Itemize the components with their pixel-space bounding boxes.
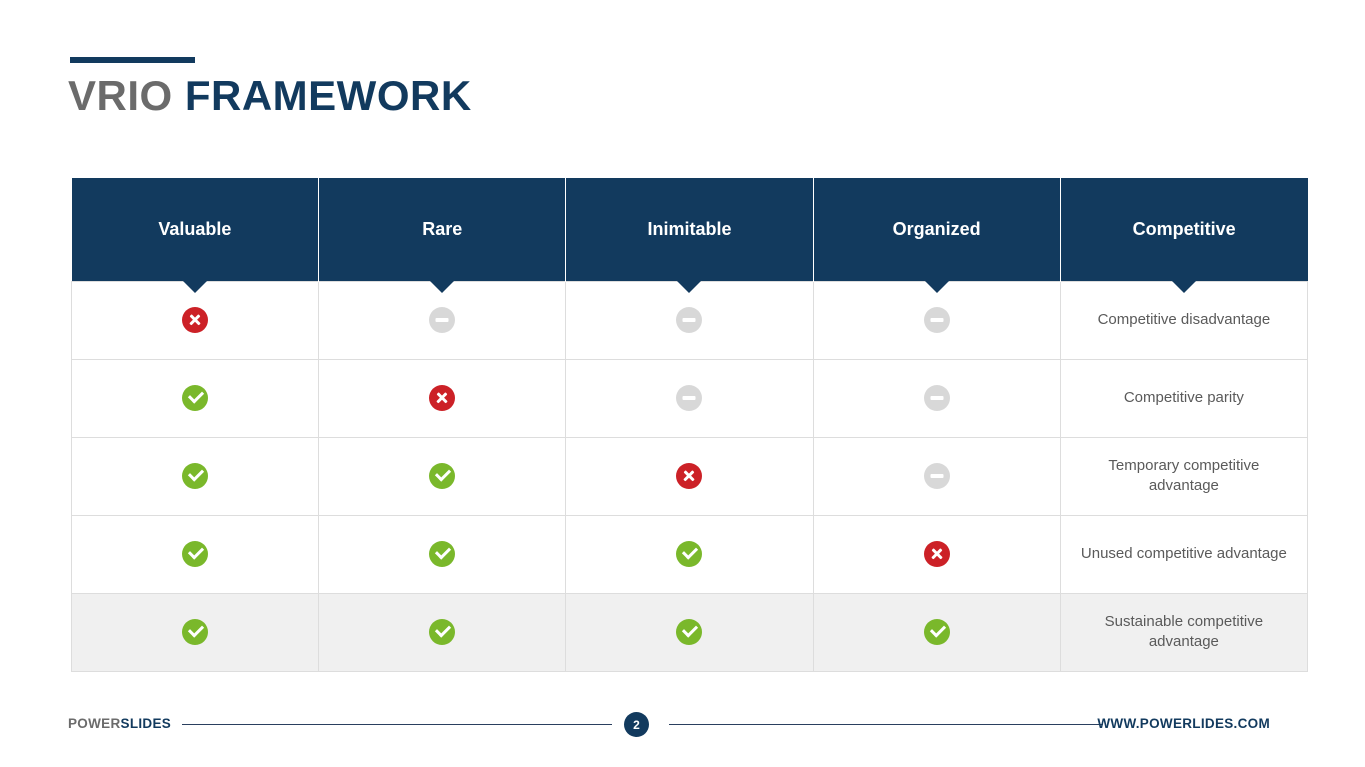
- page-title-part-a: VRIO: [68, 72, 185, 119]
- table-header-row: Valuable Rare Inimitable Organized Compe…: [71, 178, 1308, 293]
- table-row: Competitive disadvantage: [70, 280, 1309, 360]
- check-circle-icon: [182, 385, 209, 411]
- triangle-pointer-icon: [430, 280, 455, 293]
- slide-footer: POWERSLIDES 2 WWW.POWERLIDES.COM: [0, 712, 1365, 742]
- check-circle-icon: [182, 619, 209, 645]
- table-header: Valuable Rare Inimitable Organized Compe…: [71, 178, 1308, 293]
- cell-outcome: Unused competitive advantage: [1059, 514, 1309, 594]
- cell-inimitable: [565, 280, 814, 360]
- cell-organized: [812, 358, 1061, 438]
- cell-rare: [318, 358, 567, 438]
- table-row: Competitive parity: [70, 358, 1309, 438]
- cell-rare: [318, 436, 567, 516]
- check-circle-icon: [923, 619, 950, 645]
- column-header-valuable[interactable]: Valuable: [71, 178, 320, 293]
- cell-rare: [318, 280, 567, 360]
- footer-divider-right: [669, 724, 1103, 725]
- title-accent-bar: [70, 57, 195, 63]
- cell-valuable: [70, 436, 320, 516]
- column-header-label: Rare: [422, 218, 463, 239]
- triangle-pointer-icon: [677, 280, 702, 293]
- x-circle-icon: [923, 541, 950, 567]
- check-circle-icon: [182, 541, 209, 567]
- check-circle-icon: [429, 619, 456, 645]
- table-row: Unused competitive advantage: [70, 514, 1309, 594]
- footer-brand-part-b: SLIDES: [120, 716, 172, 731]
- cell-inimitable: [565, 592, 814, 672]
- check-circle-icon: [676, 619, 703, 645]
- cell-outcome: Sustainable competitive advantage: [1059, 592, 1309, 672]
- column-header-label: Competitive: [1132, 218, 1236, 239]
- cell-valuable: [70, 280, 320, 360]
- x-circle-icon: [429, 385, 456, 411]
- cell-organized: [812, 514, 1061, 594]
- cell-outcome: Competitive disadvantage: [1059, 280, 1309, 360]
- cell-outcome: Temporary competitive advantage: [1059, 436, 1309, 516]
- dash-circle-icon: [923, 385, 950, 411]
- page-number-badge: 2: [624, 712, 649, 737]
- column-header-inimitable[interactable]: Inimitable: [565, 178, 814, 293]
- triangle-pointer-icon: [924, 280, 949, 293]
- column-header-label: Valuable: [158, 218, 232, 239]
- cell-organized: [812, 592, 1061, 672]
- cell-valuable: [70, 358, 320, 438]
- footer-website-url[interactable]: WWW.POWERLIDES.COM: [1097, 716, 1270, 731]
- cell-outcome: Competitive parity: [1059, 358, 1309, 438]
- table-row: Temporary competitive advantage: [70, 436, 1309, 516]
- cell-rare: [318, 514, 567, 594]
- cell-valuable: [70, 514, 320, 594]
- column-header-competitive[interactable]: Competitive: [1059, 178, 1308, 293]
- dash-circle-icon: [676, 307, 703, 333]
- cell-organized: [812, 436, 1061, 516]
- footer-brand-logo: POWERSLIDES: [68, 716, 171, 731]
- cell-inimitable: [565, 436, 814, 516]
- column-header-label: Organized: [892, 218, 981, 239]
- vrio-table: Valuable Rare Inimitable Organized Compe…: [70, 178, 1309, 672]
- check-circle-icon: [676, 541, 703, 567]
- triangle-pointer-icon: [182, 280, 207, 293]
- slide-canvas: VRIO FRAMEWORK Valuable Rare Inimitable: [0, 0, 1365, 767]
- table-body: Competitive disadvantage Competitive pari…: [70, 280, 1309, 672]
- dash-circle-icon: [923, 307, 950, 333]
- column-header-rare[interactable]: Rare: [318, 178, 567, 293]
- cell-inimitable: [565, 358, 814, 438]
- dash-circle-icon: [923, 463, 950, 489]
- dash-circle-icon: [676, 385, 703, 411]
- x-circle-icon: [676, 463, 703, 489]
- column-header-organized[interactable]: Organized: [812, 178, 1061, 293]
- triangle-pointer-icon: [1172, 280, 1197, 293]
- cell-rare: [318, 592, 567, 672]
- footer-brand-part-a: POWER: [68, 716, 121, 731]
- cell-inimitable: [565, 514, 814, 594]
- cell-valuable: [70, 592, 320, 672]
- dash-circle-icon: [429, 307, 456, 333]
- table-row: Sustainable competitive advantage: [70, 592, 1309, 672]
- footer-divider-left: [182, 724, 612, 725]
- page-title: VRIO FRAMEWORK: [68, 72, 472, 120]
- check-circle-icon: [429, 463, 456, 489]
- check-circle-icon: [182, 463, 209, 489]
- column-header-label: Inimitable: [647, 218, 732, 239]
- page-title-part-b: FRAMEWORK: [184, 72, 472, 119]
- check-circle-icon: [429, 541, 456, 567]
- x-circle-icon: [182, 307, 209, 333]
- cell-organized: [812, 280, 1061, 360]
